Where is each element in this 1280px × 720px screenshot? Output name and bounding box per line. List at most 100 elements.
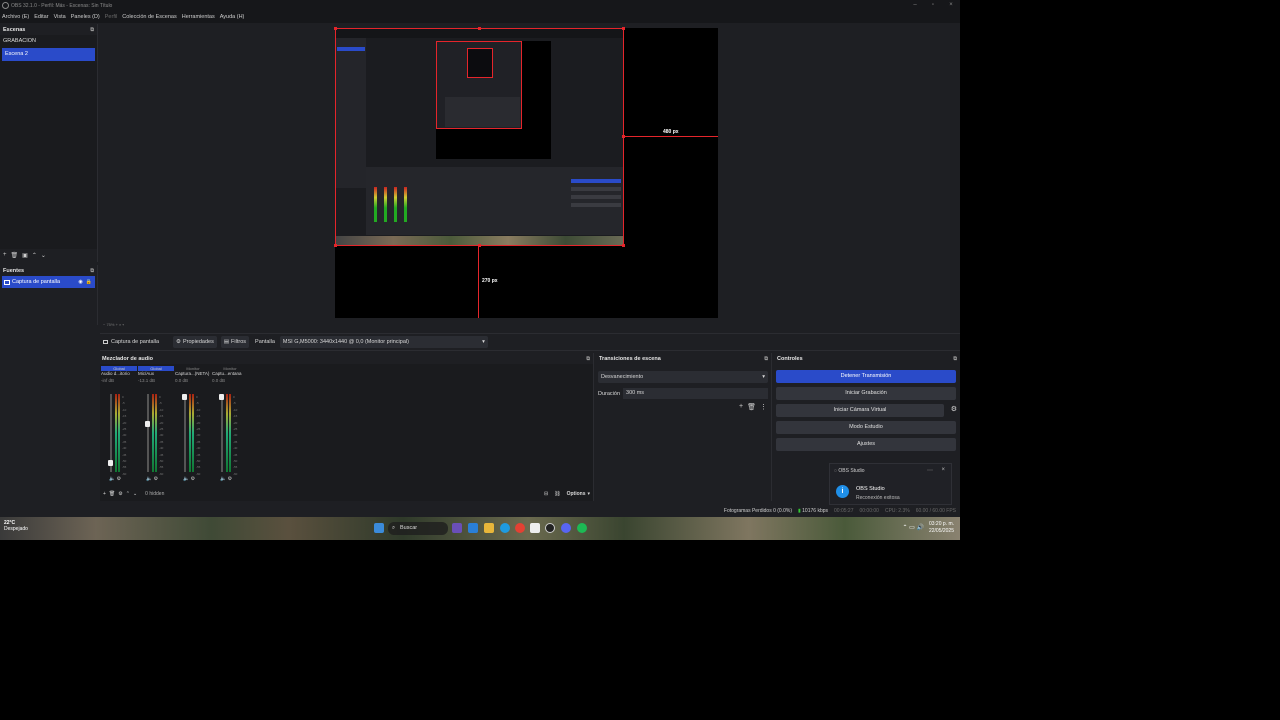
more-icon[interactable]: ⋯ xyxy=(927,467,933,474)
settings-button[interactable]: Ajustes xyxy=(776,438,956,451)
filter-icon[interactable]: ▣ xyxy=(22,252,28,259)
volume-slider[interactable] xyxy=(221,394,223,472)
volume-slider-handle[interactable] xyxy=(219,394,224,400)
canvas[interactable]: 480 px 270 px xyxy=(334,27,718,318)
meter-scale: 0 -5 -10 -15 -20 -25 -30 -35 -40 -45 -50 -55 -60 xyxy=(159,395,164,476)
discord-icon[interactable] xyxy=(561,523,571,533)
undock-icon[interactable]: ⧉ xyxy=(764,356,768,362)
close-button[interactable]: × xyxy=(942,0,960,11)
resize-handle[interactable] xyxy=(478,27,481,30)
start-virtual-camera-button[interactable]: Iniciar Cámara Virtual xyxy=(776,404,944,417)
undock-icon[interactable]: ⧉ xyxy=(90,268,94,274)
spotify-icon[interactable] xyxy=(577,523,587,533)
gear-icon[interactable]: ⚙ xyxy=(191,476,195,482)
channel-name[interactable]: Captura...(NETA) xyxy=(175,371,211,378)
gear-icon[interactable]: ⚙ xyxy=(117,476,121,482)
resize-handle[interactable] xyxy=(622,244,625,247)
menu-help[interactable]: Ayuda (H) xyxy=(220,14,245,20)
volume-slider-handle[interactable] xyxy=(182,394,187,400)
preview-area[interactable]: 480 px 270 px xyxy=(100,24,960,320)
resize-handle[interactable] xyxy=(334,27,337,30)
eye-icon[interactable]: ◉ xyxy=(78,279,82,285)
close-icon[interactable]: × xyxy=(941,467,945,473)
volume-slider-handle[interactable] xyxy=(108,460,113,467)
menu-tools[interactable]: Herramientas xyxy=(182,14,215,20)
start-recording-button[interactable]: Iniciar Grabación xyxy=(776,387,956,400)
trash-icon[interactable]: 🗑 xyxy=(11,252,19,259)
chevron-up-icon[interactable]: ⌃ xyxy=(32,252,37,259)
notification-body: Reconexión exitosa xyxy=(856,495,900,501)
undock-icon[interactable]: ⧉ xyxy=(586,356,590,362)
menu-edit[interactable]: Editar xyxy=(34,14,48,20)
trash-icon[interactable]: 🗑 xyxy=(747,403,756,411)
channel-name[interactable]: Audio d...itorio xyxy=(101,371,137,378)
display-select[interactable]: MSI G,M5000: 3440x1440 @ 0,0 (Monitor pr… xyxy=(279,336,488,348)
undock-icon[interactable]: ⧉ xyxy=(90,27,94,33)
taskbar-search[interactable]: ⌕ Buscar xyxy=(388,522,448,535)
trash-icon[interactable]: 🗑 xyxy=(109,491,115,497)
source-toolbar: Captura de pantalla ⚙ Propiedades ▤ Filt… xyxy=(100,333,960,351)
app-icon[interactable] xyxy=(468,523,478,533)
menu-profile[interactable]: Perfil xyxy=(105,14,118,20)
menu-scene-collection[interactable]: Colección de Escenas xyxy=(122,14,176,20)
zoom-controls[interactable]: − 75% + ⌕ ▾ xyxy=(100,320,300,330)
obs-icon[interactable] xyxy=(545,523,555,533)
transition-select[interactable]: Desvanecimiento ▾ xyxy=(598,371,768,383)
add-icon[interactable]: + xyxy=(103,491,106,497)
studio-mode-button[interactable]: Modo Estudio xyxy=(776,421,956,434)
add-icon[interactable]: + xyxy=(3,252,7,258)
app-icon[interactable] xyxy=(452,523,462,533)
volume-slider-handle[interactable] xyxy=(145,421,150,428)
scene-item-selected[interactable]: Escena 2 xyxy=(2,48,95,61)
edge-icon[interactable] xyxy=(500,523,510,533)
folder-icon[interactable] xyxy=(484,523,494,533)
more-icon[interactable]: ⋮ xyxy=(760,403,767,411)
channel-controls: 🔈 ⚙ xyxy=(146,476,158,482)
volume-slider[interactable] xyxy=(184,394,186,472)
scene-item[interactable]: GRABACION xyxy=(0,35,97,48)
app-icon[interactable] xyxy=(530,523,540,533)
chevron-up-icon[interactable]: ⌃ xyxy=(126,491,130,497)
gear-icon[interactable]: ⚙ xyxy=(951,405,957,413)
menu-docks[interactable]: Paneles (D) xyxy=(71,14,100,20)
screen-capture-source[interactable] xyxy=(335,28,624,246)
duration-input[interactable]: 300 ms xyxy=(623,388,768,399)
notification-toast[interactable]: ◌ OBS Studio ⋯ × i OBS Studio Reconexión… xyxy=(829,463,952,505)
channel-volume-db: 0.0 dB xyxy=(212,378,226,383)
fps: 60.00 / 60.00 FPS xyxy=(915,507,956,514)
chevron-down-icon[interactable]: ⌄ xyxy=(133,491,137,497)
source-item[interactable]: Captura de pantalla ◉ 🔒 xyxy=(2,276,95,288)
speaker-icon[interactable]: 🔈 xyxy=(146,476,152,482)
menu-view[interactable]: Vista xyxy=(54,14,66,20)
speaker-icon[interactable]: 🔈 xyxy=(220,476,226,482)
minimize-button[interactable]: – xyxy=(906,0,924,11)
layout-icon[interactable]: ⊟ xyxy=(544,491,548,497)
channel-name[interactable]: Captu...entana xyxy=(212,371,248,378)
add-icon[interactable]: + xyxy=(739,403,743,411)
resize-handle[interactable] xyxy=(622,27,625,30)
stop-streaming-button[interactable]: Detener Transmisión xyxy=(776,370,956,383)
speaker-icon[interactable]: 🔈 xyxy=(183,476,189,482)
lock-icon[interactable]: 🔒 xyxy=(86,279,92,285)
filters-button[interactable]: ▤ Filtros xyxy=(220,336,250,348)
resize-handle[interactable] xyxy=(334,244,337,247)
speaker-icon[interactable]: 🔈 xyxy=(109,476,115,482)
chevron-down-icon[interactable]: ⌄ xyxy=(41,252,46,259)
link-icon[interactable]: ⛓ xyxy=(554,491,560,497)
windows-start-icon[interactable] xyxy=(374,523,384,533)
menu-file[interactable]: Archivo (E) xyxy=(2,14,29,20)
channel-name[interactable]: Mic/Aux xyxy=(138,371,174,378)
taskbar-clock[interactable]: 03:20 p. m. 22/05/2025 xyxy=(929,521,954,535)
maximize-button[interactable]: ▫ xyxy=(924,0,942,11)
chrome-icon[interactable] xyxy=(515,523,525,533)
gear-icon[interactable]: ⚙ xyxy=(118,491,122,497)
undock-icon[interactable]: ⧉ xyxy=(953,356,957,362)
volume-slider[interactable] xyxy=(147,394,149,472)
system-tray[interactable]: ⌃ ▭ 🔊 xyxy=(902,524,924,531)
gear-icon[interactable]: ⚙ xyxy=(228,476,232,482)
gear-icon[interactable]: ⚙ xyxy=(154,476,158,482)
channel-controls: 🔈 ⚙ xyxy=(183,476,195,482)
weather-widget[interactable]: 22°C Despejado xyxy=(4,520,28,532)
properties-button[interactable]: ⚙ Propiedades xyxy=(173,336,217,348)
options-button[interactable]: Options xyxy=(567,491,586,497)
